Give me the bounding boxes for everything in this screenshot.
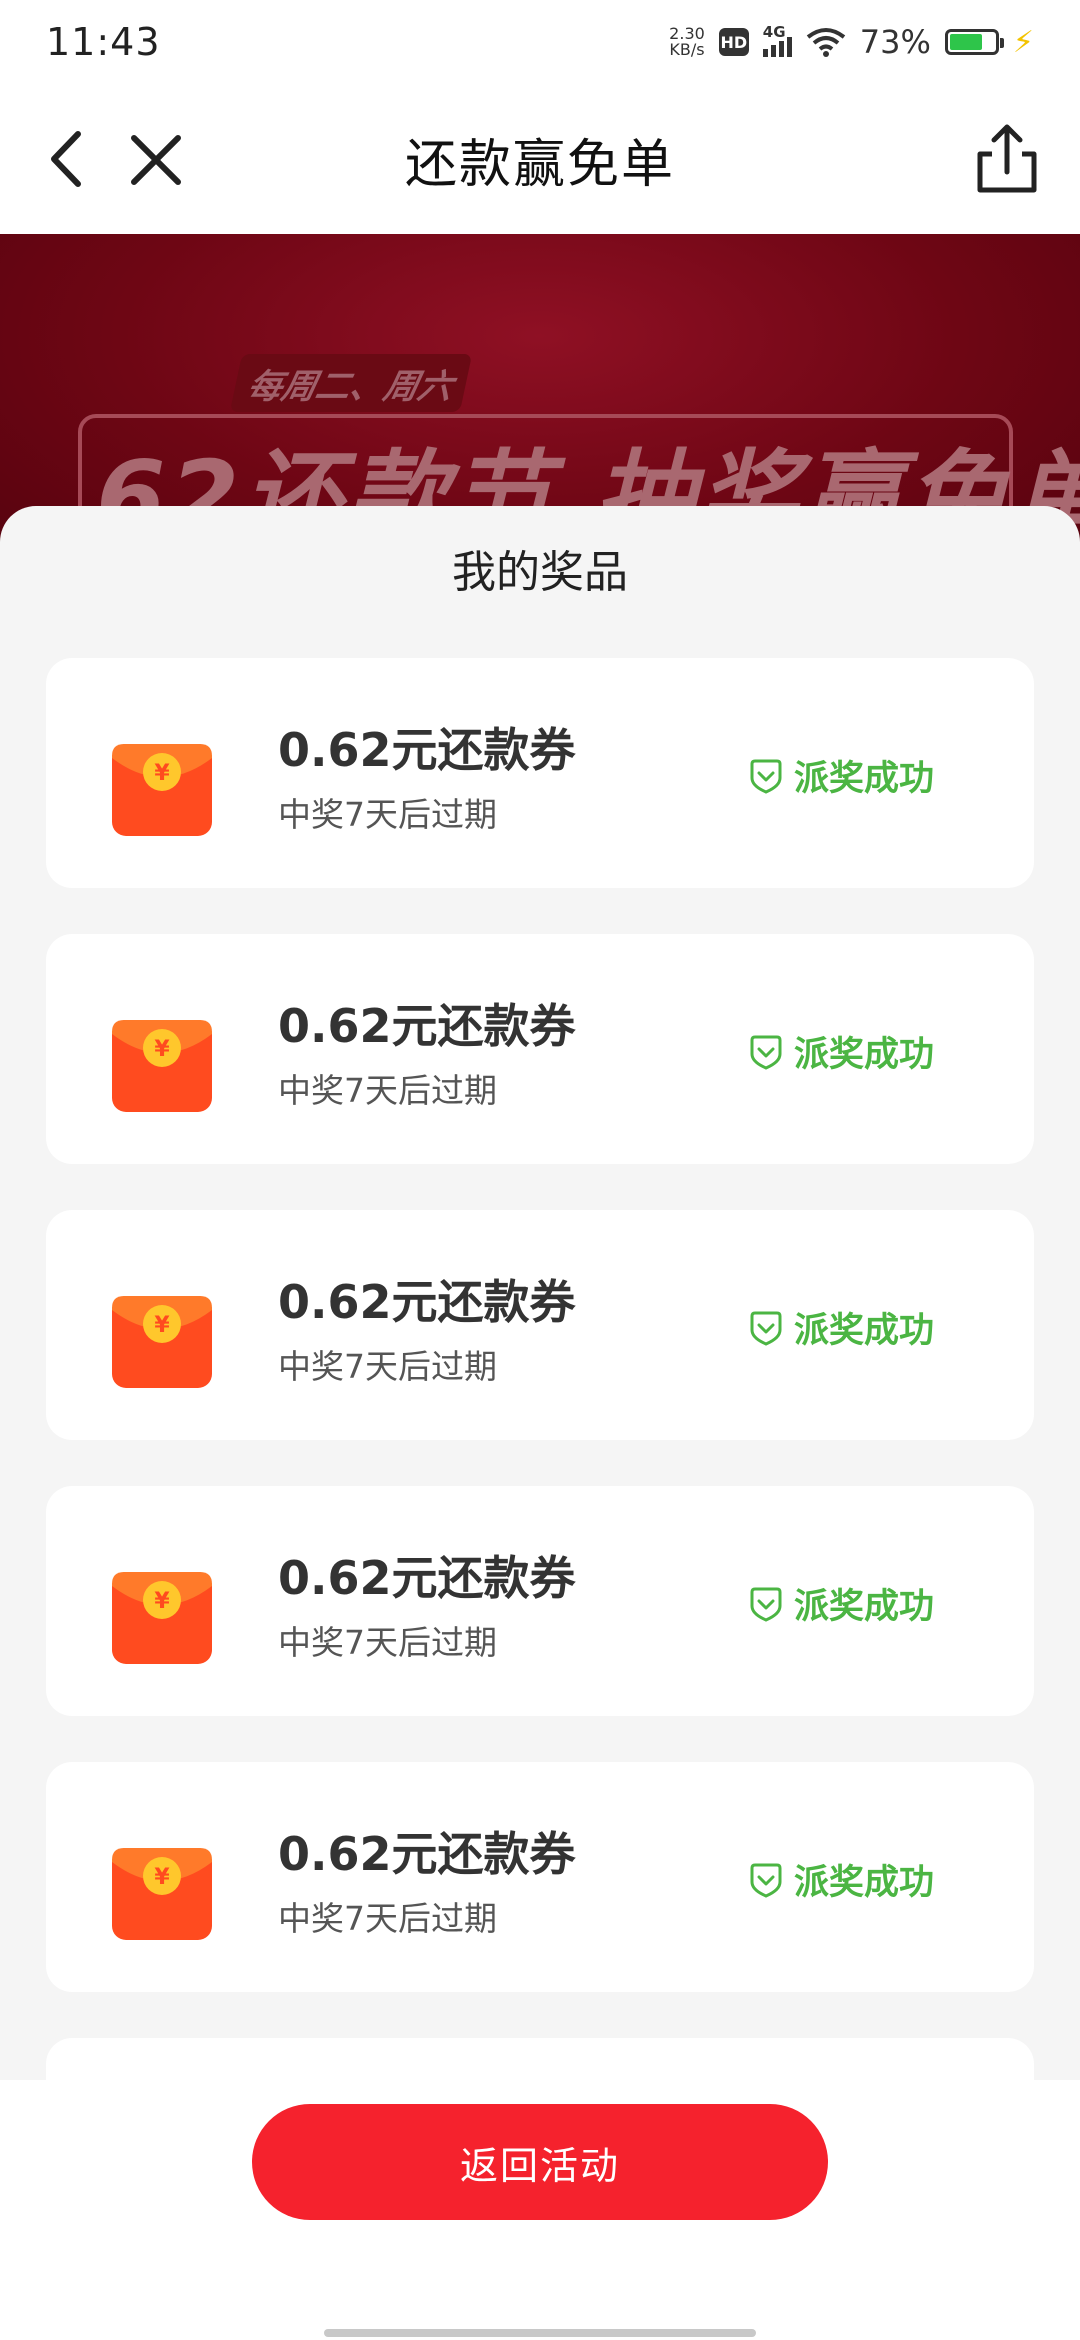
hd-icon: HD	[718, 28, 749, 56]
prize-expiry: 中奖7天后过期	[278, 1623, 497, 1662]
charging-icon: ⚡	[1012, 24, 1034, 60]
prize-status-label: 派奖成功	[794, 1863, 935, 1903]
signal-icon: 4G	[762, 23, 792, 57]
shield-check-icon	[750, 1035, 782, 1070]
prize-status: 派奖成功	[748, 1302, 934, 1353]
prize-sheet: 我的奖品 ¥0.62元还款券 中奖7天后过期 派奖成功 ¥0.62元还款券 中奖7天后过…	[0, 506, 1080, 2340]
prize-status: 派奖成功	[748, 1026, 934, 1077]
prize-expiry: 中奖7天后过期	[278, 1347, 497, 1386]
shield-check-icon	[750, 759, 782, 794]
prize-expiry: 中奖7天后过期	[278, 1071, 497, 1110]
red-envelope-icon: ¥	[112, 1572, 212, 1664]
wifi-icon	[806, 28, 846, 57]
status-icons: 2.30 KB/s HD 4G 73% ⚡	[669, 23, 1034, 61]
svg-text:¥: ¥	[154, 1865, 170, 1890]
prize-name: 0.62元还款券	[278, 999, 576, 1053]
red-envelope-icon: ¥	[112, 744, 212, 836]
battery-percent: 73%	[859, 23, 931, 61]
page: 11:43 2.30 KB/s HD 4G 73% ⚡ 还款赢免单 每周二、周六…	[0, 0, 1080, 2340]
red-envelope-icon: ¥	[112, 1020, 212, 1112]
svg-text:¥: ¥	[154, 1589, 170, 1614]
status-bar: 11:43 2.30 KB/s HD 4G 73% ⚡	[0, 0, 1080, 84]
prize-card: ¥0.62元还款券中奖7天后过期 派奖成功	[46, 1762, 1034, 1992]
battery-icon	[944, 29, 1004, 55]
return-to-activity-button[interactable]: 返回活动	[252, 2104, 828, 2220]
red-envelope-icon: ¥	[112, 1296, 212, 1388]
network-type: 4G	[762, 23, 786, 41]
prize-name: 0.62元还款券	[278, 1827, 576, 1881]
page-title: 还款赢免单	[404, 135, 675, 195]
shield-check-icon	[750, 1311, 782, 1346]
prize-status-label: 派奖成功	[794, 1311, 935, 1351]
home-indicator[interactable]	[324, 2329, 756, 2337]
red-envelope-icon: ¥	[112, 1848, 212, 1940]
prize-status: 派奖成功	[748, 1854, 934, 1905]
prize-status-label: 派奖成功	[794, 759, 935, 799]
prize-card: ¥0.62元还款券中奖7天后过期 派奖成功	[46, 1486, 1034, 1716]
svg-text:¥: ¥	[154, 1037, 170, 1062]
bottom-bar: 返回活动	[0, 2080, 1080, 2340]
prize-card: ¥0.62元还款券中奖7天后过期 派奖成功	[46, 934, 1034, 1164]
network-speed-unit: KB/s	[669, 40, 705, 59]
prize-card: ¥0.62元还款券中奖7天后过期 派奖成功	[46, 658, 1034, 888]
svg-text:¥: ¥	[154, 761, 170, 786]
status-time: 11:43	[46, 20, 161, 64]
network-speed: 2.30 KB/s	[669, 26, 705, 58]
banner-tag: 每周二、周六	[229, 354, 473, 412]
nav-bar: 还款赢免单	[0, 84, 1080, 234]
prize-name: 0.62元还款券	[278, 1551, 576, 1605]
shield-check-icon	[750, 1587, 782, 1622]
shield-check-icon	[750, 1863, 782, 1898]
prize-status: 派奖成功	[748, 750, 934, 801]
prize-expiry: 中奖7天后过期	[278, 795, 497, 834]
prize-status: 派奖成功	[748, 1578, 934, 1629]
prize-card: ¥0.62元还款券中奖7天后过期 派奖成功	[46, 1210, 1034, 1440]
battery-level	[949, 34, 983, 50]
prize-status-label: 派奖成功	[794, 1035, 935, 1075]
prize-name: 0.62元还款券	[278, 1275, 576, 1329]
share-icon[interactable]	[972, 122, 1042, 196]
prize-list[interactable]: ¥0.62元还款券 中奖7天后过期 派奖成功 ¥0.62元还款券 中奖7天后过期 派奖成功…	[46, 658, 1034, 2204]
sheet-title: 我的奖品	[452, 547, 628, 598]
prize-status-label: 派奖成功	[794, 1587, 935, 1627]
prize-name: 0.62元还款券	[278, 723, 576, 777]
svg-text:¥: ¥	[154, 1313, 170, 1338]
prize-expiry: 中奖7天后过期	[278, 1899, 497, 1938]
